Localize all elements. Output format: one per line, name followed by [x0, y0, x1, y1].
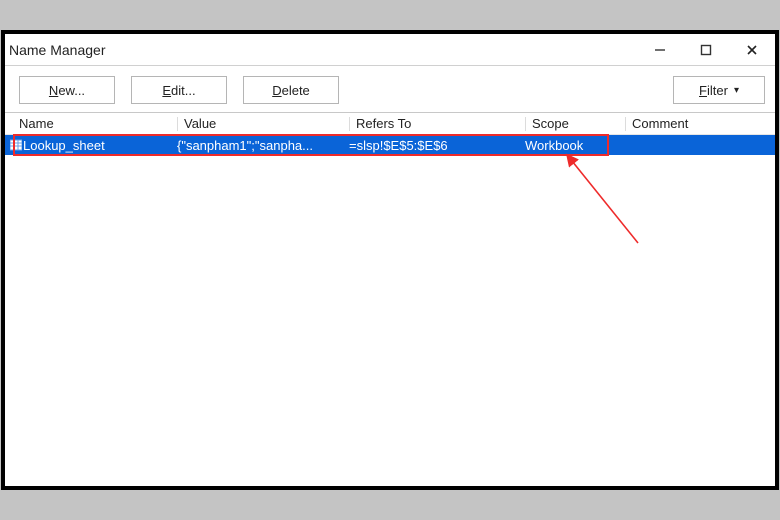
- col-header-refersto[interactable]: Refers To: [349, 113, 525, 134]
- col-header-name[interactable]: Name: [19, 113, 177, 134]
- chevron-down-icon: ▾: [734, 85, 739, 96]
- name-manager-window: Name Manager New... Edit... Delete Filte…: [5, 34, 775, 486]
- minimize-button[interactable]: [637, 34, 683, 66]
- titlebar: Name Manager: [5, 34, 775, 66]
- outer-screenshot-frame: Name Manager New... Edit... Delete Filte…: [1, 30, 779, 490]
- edit-button[interactable]: Edit...: [131, 76, 227, 104]
- filter-button[interactable]: Filter ▾: [673, 76, 765, 104]
- names-grid: Name Value Refers To Scope Comment Looku…: [5, 112, 775, 486]
- defined-name-icon: [9, 138, 23, 152]
- col-header-scope[interactable]: Scope: [525, 113, 625, 134]
- cell-value: {"sanpham1";"sanpha...: [177, 138, 349, 153]
- col-header-comment[interactable]: Comment: [625, 113, 775, 134]
- cell-refersto: =slsp!$E$5:$E$6: [349, 138, 525, 153]
- toolbar: New... Edit... Delete Filter ▾: [5, 66, 775, 112]
- window-title: Name Manager: [9, 42, 637, 58]
- delete-button[interactable]: Delete: [243, 76, 339, 104]
- grid-header: Name Value Refers To Scope Comment: [5, 113, 775, 135]
- new-button[interactable]: New...: [19, 76, 115, 104]
- cell-name: Lookup_sheet: [23, 138, 177, 153]
- maximize-button[interactable]: [683, 34, 729, 66]
- table-row[interactable]: Lookup_sheet {"sanpham1";"sanpha... =sls…: [5, 135, 775, 155]
- annotation-arrow: [560, 153, 650, 253]
- col-header-value[interactable]: Value: [177, 113, 349, 134]
- grid-body: Lookup_sheet {"sanpham1";"sanpha... =sls…: [5, 135, 775, 155]
- cell-scope: Workbook: [525, 138, 625, 153]
- close-button[interactable]: [729, 34, 775, 66]
